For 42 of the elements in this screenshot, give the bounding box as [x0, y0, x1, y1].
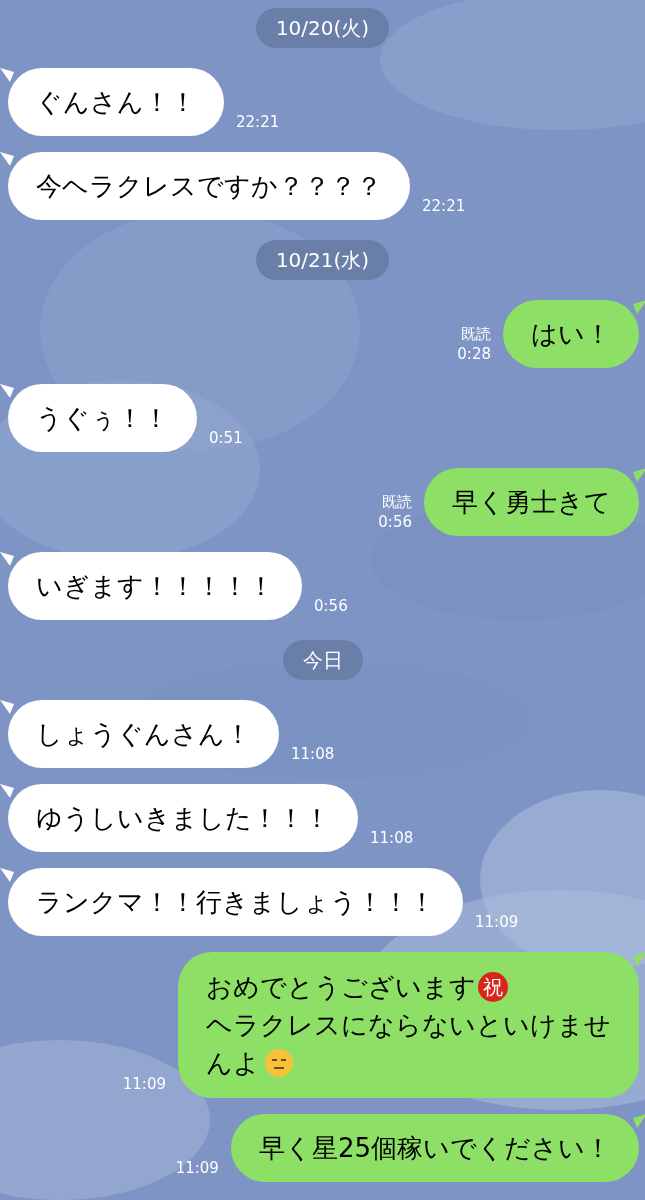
- message-time: 0:56: [378, 512, 412, 532]
- message-text: おめでとうございます: [206, 971, 476, 1004]
- bubble-tail-icon: [633, 300, 645, 314]
- celebration-emoji: 祝: [478, 972, 508, 1002]
- message-bubble: しょうぐんさん！: [8, 700, 279, 768]
- message-bubble: うぐぅ！！: [8, 384, 197, 452]
- bubble-tail-icon: [0, 152, 14, 166]
- bubble-tail-icon: [633, 1114, 645, 1128]
- message-bubble: 早く勇士きて: [424, 468, 639, 536]
- message-time: 0:56: [314, 596, 348, 616]
- bubble-tail-icon: [633, 952, 645, 966]
- message-time: 0:51: [209, 428, 243, 448]
- message-bubble: ゆうしいきました！！！: [8, 784, 358, 852]
- message-time: 11:09: [475, 912, 519, 932]
- bubble-tail-icon: [0, 868, 14, 882]
- message-time: 11:08: [291, 744, 335, 764]
- message-bubble: 早く星25個稼いでください！: [230, 1114, 639, 1182]
- message-time: 11:08: [370, 828, 414, 848]
- message-text: んよ: [206, 1047, 260, 1080]
- bubble-tail-icon: [0, 552, 14, 566]
- message-bubble: はい！: [503, 300, 639, 368]
- message-time: 11:09: [175, 1158, 219, 1178]
- message-bubble: いぎます！！！！！: [8, 552, 302, 620]
- message-time: 22:21: [422, 196, 466, 216]
- bubble-tail-icon: [0, 384, 14, 398]
- message-text: ヘラクレスにならないといけませ: [206, 1009, 611, 1042]
- bubble-tail-icon: [0, 784, 14, 798]
- read-receipt: 既読: [461, 324, 491, 344]
- read-receipt: 既読: [382, 492, 412, 512]
- message-bubble: ランクマ！！行きましょう！！！: [8, 868, 463, 936]
- date-separator: 10/20(火): [255, 8, 390, 48]
- expressionless-face-icon: [264, 1048, 294, 1078]
- message-bubble: ぐんさん！！: [8, 68, 224, 136]
- message-bubble: 今ヘラクレスですか？？？？: [8, 152, 410, 220]
- date-separator: 10/21(水): [255, 240, 390, 280]
- message-time: 22:21: [236, 112, 280, 132]
- bubble-tail-icon: [0, 68, 14, 82]
- message-time: 0:28: [457, 344, 491, 364]
- date-separator: 今日: [282, 640, 363, 680]
- bubble-tail-icon: [633, 468, 645, 482]
- bubble-tail-icon: [0, 700, 14, 714]
- message-time: 11:09: [122, 1074, 166, 1094]
